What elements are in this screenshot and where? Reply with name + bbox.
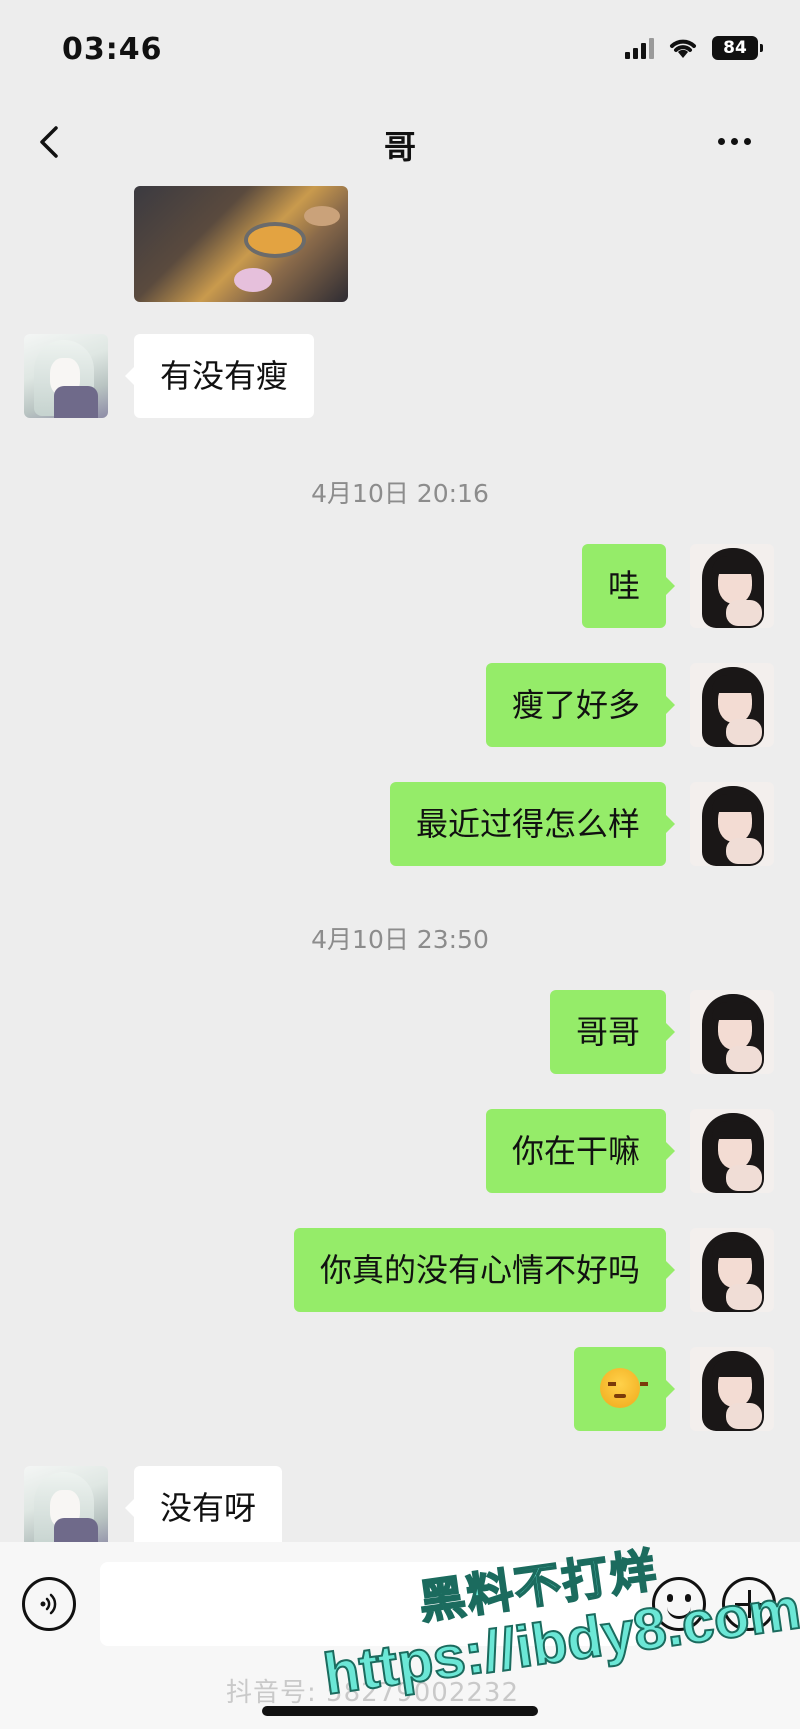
sent-message-bubble[interactable]: 最近过得怎么样 [389,782,676,866]
cellular-signal-icon [625,37,654,59]
message-list[interactable]: 有没有瘦 4月10日 20:16 哇 瘦了好多 最近过得怎么样 4月10日 23… [0,182,800,1542]
more-options-icon[interactable] [718,126,764,156]
sent-emoji-bubble[interactable] [574,1347,675,1431]
message-timestamp: 4月10日 20:16 [311,479,489,508]
my-avatar[interactable] [690,544,774,628]
contact-avatar[interactable] [24,334,108,418]
received-message-bubble[interactable]: 没有呀 [124,1466,283,1542]
my-avatar[interactable] [690,782,774,866]
my-avatar[interactable] [690,990,774,1074]
status-bar: 03:46 84 [0,0,800,100]
shared-photo-message[interactable] [134,186,348,302]
received-message-bubble[interactable]: 有没有瘦 [124,334,315,418]
chat-header: 哥 [0,100,800,182]
sent-message-bubble[interactable]: 你在干嘛 [485,1109,676,1193]
contact-avatar[interactable] [24,1466,108,1542]
battery-icon: 84 [712,36,763,60]
my-avatar[interactable] [690,1228,774,1312]
sent-message-bubble[interactable]: 你真的没有心情不好吗 [293,1228,676,1312]
sent-message-bubble[interactable]: 瘦了好多 [485,663,676,747]
chat-title: 哥 [383,128,416,166]
sent-message-bubble[interactable]: 哥哥 [549,990,676,1074]
voice-input-icon[interactable] [22,1577,76,1631]
sent-message-bubble[interactable]: 哇 [581,544,676,628]
home-indicator[interactable] [262,1706,538,1716]
angry-face-icon [600,1368,648,1408]
message-timestamp: 4月10日 23:50 [311,925,489,954]
status-indicators: 84 [625,36,763,60]
sound-wave-icon [40,1593,57,1615]
status-time: 03:46 [62,32,163,67]
wifi-icon [670,39,696,58]
my-avatar[interactable] [690,1109,774,1193]
my-avatar[interactable] [690,663,774,747]
my-avatar[interactable] [690,1347,774,1431]
